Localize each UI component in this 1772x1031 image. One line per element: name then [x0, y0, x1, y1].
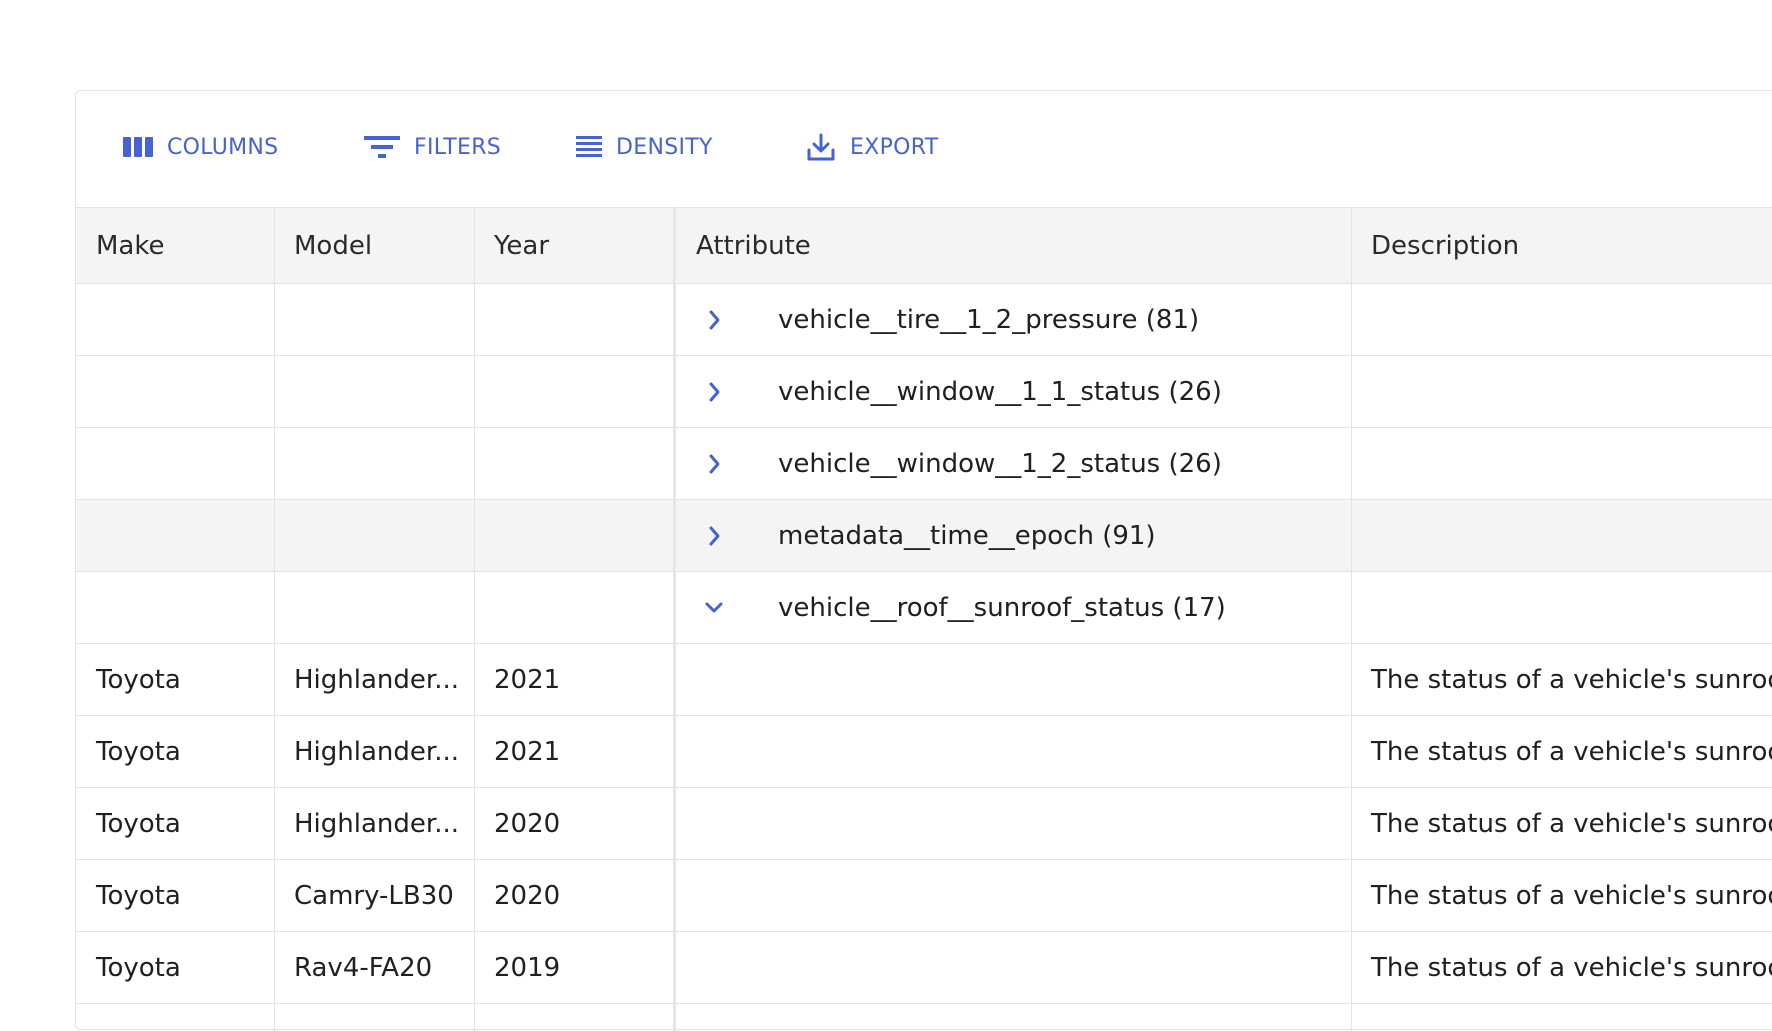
density-button[interactable]: DENSITY: [576, 129, 713, 165]
filters-button[interactable]: FILTERS: [364, 129, 501, 165]
year-cell: 2021: [494, 664, 561, 695]
table-row[interactable]: Toyota Highlander... 2021 The status of a v…: [76, 716, 1772, 788]
column-divider: [1351, 207, 1352, 1031]
make-cell: Toyota: [96, 808, 181, 839]
group-toggle-button[interactable]: [700, 450, 728, 478]
description-cell: The status of a vehicle's sunroof: [1371, 880, 1772, 911]
make-cell: Toyota: [96, 736, 181, 767]
table-row[interactable]: Toyota Camry-LB30 2020 The status of a vehi…: [76, 860, 1772, 932]
description-cell: The status of a vehicle's sunroof: [1371, 952, 1772, 983]
year-cell: 2020: [494, 808, 561, 839]
empty-cell: [76, 284, 274, 355]
make-cell: Toyota: [96, 880, 181, 911]
group-label: vehicle__window__1_1_status (26): [778, 376, 1222, 407]
table-row[interactable]: Toyota Rav4-FA20 2019 The status of a vehic…: [76, 932, 1772, 1004]
model-cell: Camry-LB30: [294, 880, 454, 911]
year-cell: 2019: [494, 952, 561, 983]
year-cell: 2020: [494, 880, 561, 911]
year-cell: 2021: [494, 736, 561, 767]
empty-cell: [274, 572, 474, 643]
model-cell: Highlander...: [294, 808, 459, 839]
empty-cell: [474, 572, 674, 643]
export-button[interactable]: EXPORT: [806, 129, 938, 165]
group-row[interactable]: vehicle__roof__sunroof_status (17): [76, 572, 1772, 644]
columns-button[interactable]: COLUMNS: [123, 129, 278, 165]
column-divider: [274, 207, 275, 1031]
columns-icon: [123, 137, 153, 157]
column-header-description[interactable]: Description: [1351, 208, 1772, 284]
data-grid: COLUMNS FILTERS DENSITY EXPORT Make Mode…: [75, 90, 1772, 1031]
group-toggle-button[interactable]: [700, 378, 728, 406]
description-cell: The status of a vehicle's sunroof: [1371, 736, 1772, 767]
chevron-right-icon: [709, 382, 720, 402]
attribute-cell: [676, 932, 1351, 1003]
pinned-column-divider[interactable]: [673, 207, 676, 1031]
filter-icon: [364, 136, 400, 158]
empty-cell: [274, 428, 474, 499]
group-row[interactable]: vehicle__window__1_2_status (26): [76, 428, 1772, 500]
attribute-cell: [676, 860, 1351, 931]
empty-cell: [274, 356, 474, 427]
chevron-right-icon: [709, 526, 720, 546]
group-label: metadata__time__epoch (91): [778, 520, 1156, 551]
column-header-make[interactable]: Make: [76, 208, 274, 284]
columns-button-label: COLUMNS: [167, 134, 279, 160]
empty-cell: [76, 500, 274, 571]
group-row[interactable]: metadata__time__epoch (91): [76, 500, 1772, 572]
column-header-attribute[interactable]: Attribute: [676, 208, 1351, 284]
group-toggle-button[interactable]: [700, 522, 728, 550]
empty-cell: [474, 356, 674, 427]
model-cell: Highlander...: [294, 736, 459, 767]
empty-cell: [76, 572, 274, 643]
group-toggle-button[interactable]: [700, 306, 728, 334]
empty-cell: [474, 428, 674, 499]
table-row[interactable]: Toyota Highlander... 2020 The status of a v…: [76, 788, 1772, 860]
attribute-cell: [676, 644, 1351, 715]
model-cell: Rav4-FA20: [294, 952, 433, 983]
empty-cell: [274, 500, 474, 571]
group-label: vehicle__tire__1_2_pressure (81): [778, 304, 1200, 335]
filters-button-label: FILTERS: [414, 134, 502, 160]
group-label: vehicle__window__1_2_status (26): [778, 448, 1222, 479]
make-cell: Toyota: [96, 952, 181, 983]
empty-cell: [474, 500, 674, 571]
group-label: vehicle__roof__sunroof_status (17): [778, 592, 1226, 623]
table-row[interactable]: Toyota Highlander... 2021 The status of a v…: [76, 644, 1772, 716]
chevron-right-icon: [709, 454, 720, 474]
column-header-year[interactable]: Year: [474, 208, 674, 284]
empty-cell: [474, 284, 674, 355]
grid-toolbar: COLUMNS FILTERS DENSITY EXPORT: [76, 91, 1772, 207]
empty-cell: [274, 284, 474, 355]
attribute-cell: [676, 788, 1351, 859]
description-cell: The status of a vehicle's sunroof: [1371, 808, 1772, 839]
export-button-label: EXPORT: [850, 134, 939, 160]
attribute-cell: [676, 716, 1351, 787]
column-header-row: Make Model Year Attribute Description: [76, 207, 1772, 284]
chevron-down-icon: [705, 602, 723, 613]
empty-cell: [76, 356, 274, 427]
download-icon: [807, 133, 835, 161]
group-toggle-button[interactable]: [700, 594, 728, 622]
model-cell: Highlander...: [294, 664, 459, 695]
density-button-label: DENSITY: [616, 134, 713, 160]
make-cell: Toyota: [96, 664, 181, 695]
column-divider: [474, 207, 475, 1031]
group-row[interactable]: vehicle__tire__1_2_pressure (81): [76, 284, 1772, 356]
empty-cell: [76, 428, 274, 499]
chevron-right-icon: [709, 310, 720, 330]
description-cell: The status of a vehicle's sunroof: [1371, 664, 1772, 695]
column-header-model[interactable]: Model: [274, 208, 474, 284]
group-row[interactable]: vehicle__window__1_1_status (26): [76, 356, 1772, 428]
density-icon: [576, 136, 602, 157]
